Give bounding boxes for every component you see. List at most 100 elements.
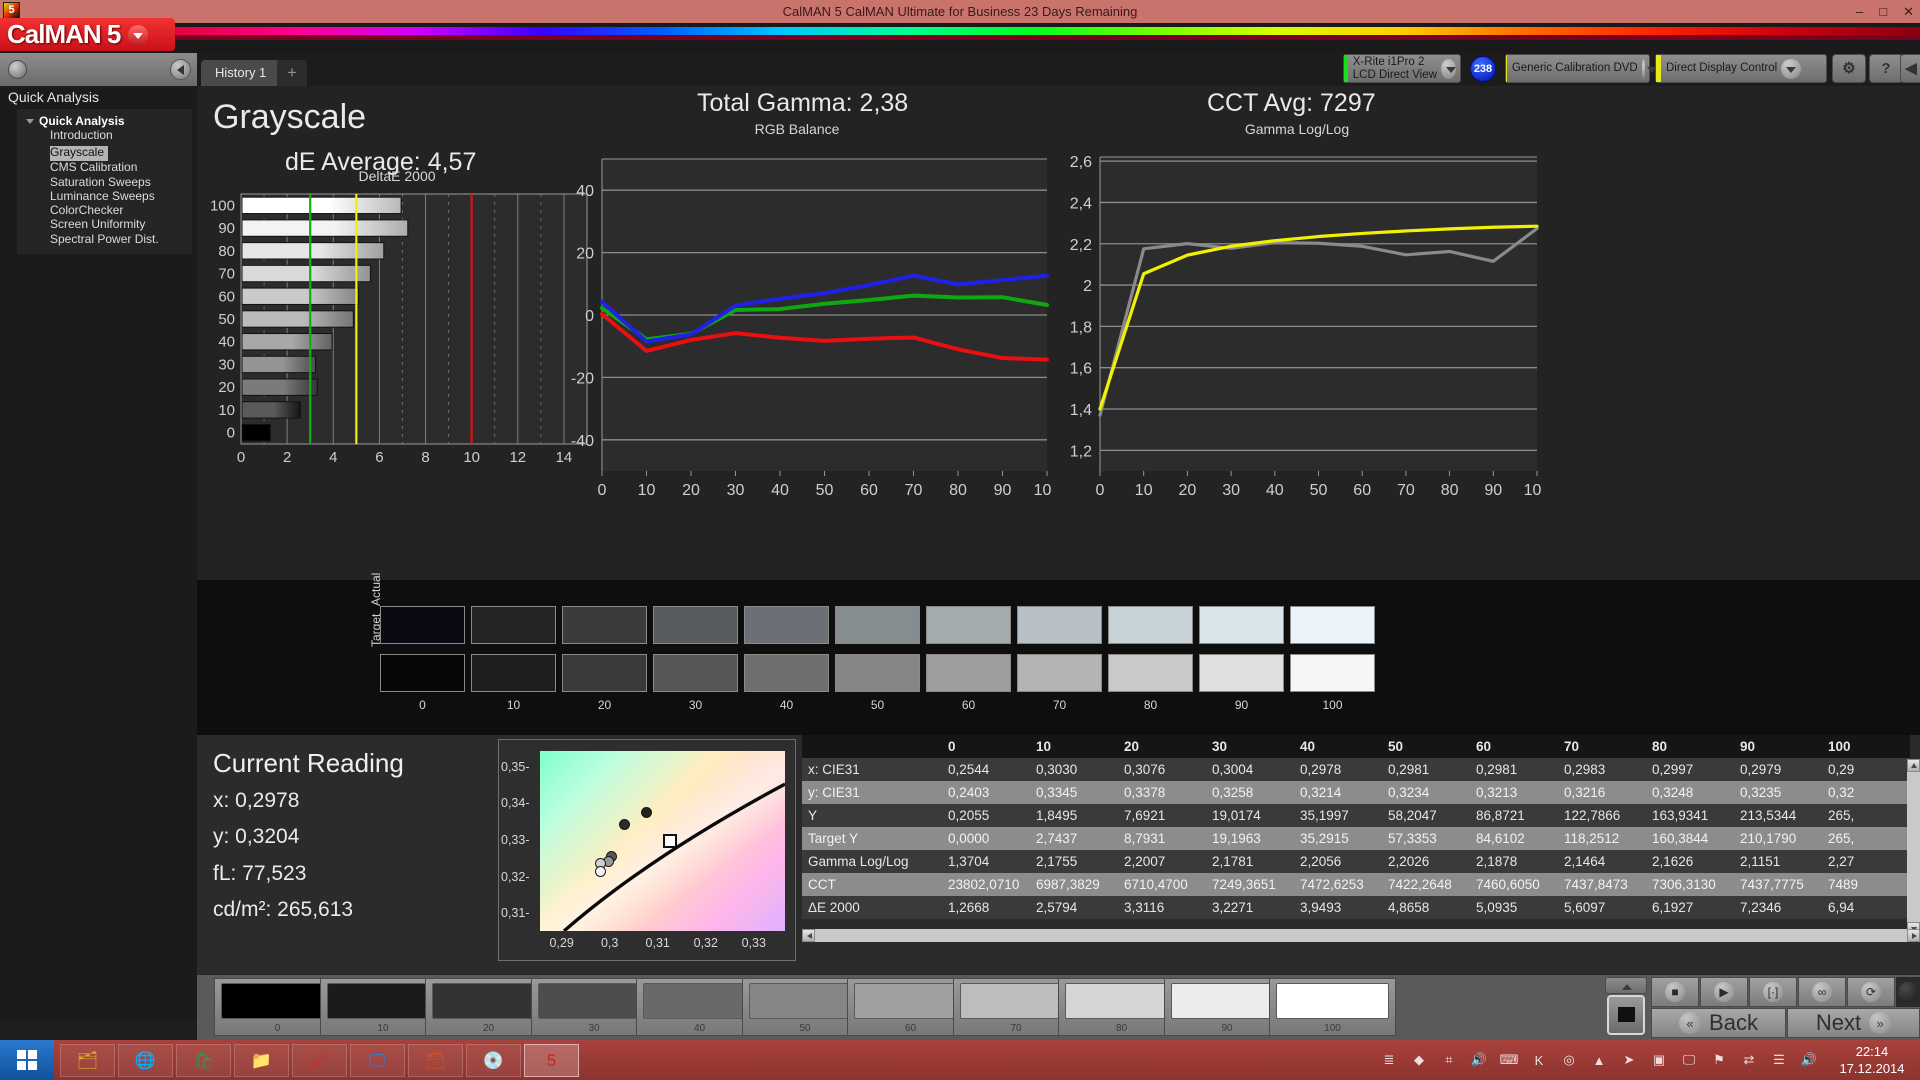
back-button[interactable]: « Back (1651, 1008, 1786, 1038)
network-icon[interactable]: ⇄ (1737, 1048, 1761, 1072)
stop-button[interactable]: ■ (1651, 977, 1699, 1007)
refresh-icon: ⟳ (1861, 982, 1881, 1002)
taskbar-clock[interactable]: 22:14 17.12.2014 (1824, 1043, 1920, 1077)
expand-up-icon[interactable] (1605, 977, 1647, 994)
keyboard-icon[interactable]: ⌨ (1497, 1048, 1521, 1072)
volume-icon[interactable]: 🔊 (1797, 1048, 1821, 1072)
table-row-label: ΔE 2000 (808, 900, 860, 915)
window-icon[interactable]: ▣ (1647, 1048, 1671, 1072)
taskbar-calman-icon[interactable]: 5 (524, 1044, 579, 1077)
nvidia-icon[interactable]: ◆ (1407, 1048, 1431, 1072)
calman-app-icon: 5 (3, 2, 20, 19)
single-reading-button[interactable]: [·] (1749, 977, 1797, 1007)
cie-y-tick: 0,34- (501, 796, 530, 811)
rgb-balance-chart: 40200-20-400102030405060708090100 (571, 158, 1052, 499)
arc-icon[interactable]: ➤ (1617, 1048, 1641, 1072)
list-icon[interactable]: ≣ (1377, 1048, 1401, 1072)
table-vertical-scrollbar[interactable] (1907, 759, 1920, 935)
status-lamp (1896, 977, 1920, 1007)
sidebar-item-grayscale[interactable]: Grayscale (50, 145, 109, 161)
usb-icon[interactable]: ☰ (1767, 1048, 1791, 1072)
sidebar-collapse-icon[interactable] (170, 59, 191, 80)
meter-selector[interactable]: X-Rite i1Pro 2 LCD Direct View (1343, 54, 1461, 83)
clock-time: 22:14 (1855, 1044, 1889, 1059)
tab-history-1[interactable]: History 1 (201, 60, 281, 86)
gear-icon[interactable]: ⚙ (1832, 54, 1866, 83)
swatch-stimulus-label: 60 (961, 698, 976, 712)
target-swatch (1017, 654, 1102, 692)
taskbar-calculator-icon[interactable]: 🗃 (408, 1044, 463, 1077)
target-swatch (926, 654, 1011, 692)
table-column-header: 70 (1558, 735, 1646, 758)
svg-text:20: 20 (218, 379, 235, 396)
excel-icon[interactable]: ⌗ (1437, 1048, 1461, 1072)
sidebar-item-label: Grayscale (50, 145, 105, 160)
cie-measured-point (640, 806, 652, 818)
taskbar-store-icon[interactable]: 🛍 (176, 1044, 231, 1077)
sidebar-record-icon[interactable] (8, 60, 27, 79)
scroll-right-icon[interactable] (1907, 929, 1920, 942)
current-reading-y: y: 0,3204 (213, 825, 300, 848)
sidebar-item-cms-calibration[interactable]: CMS Calibration (17, 161, 192, 175)
minimize-button[interactable]: – (1856, 4, 1863, 19)
table-cell: 7249,3651 (1212, 877, 1276, 892)
close-button[interactable]: ✕ (1903, 4, 1914, 20)
collapse-toolbar-icon[interactable]: ◀ (1900, 54, 1920, 83)
sidebar-item-screen-uniformity[interactable]: Screen Uniformity (17, 218, 192, 232)
refresh-button[interactable]: ⟳ (1847, 977, 1895, 1007)
chevron-down-icon[interactable] (1641, 58, 1659, 79)
speaker-icon[interactable]: 🔊 (1467, 1048, 1491, 1072)
table-horizontal-scrollbar[interactable] (802, 929, 1920, 942)
svg-text:70: 70 (218, 266, 235, 283)
folder-icon: 📁 (250, 1050, 273, 1070)
dog-icon[interactable]: ▲ (1587, 1048, 1611, 1072)
flag-icon[interactable]: ⚑ (1707, 1048, 1731, 1072)
taskbar-explorer-icon[interactable]: 🗂 (60, 1044, 115, 1077)
tree-expand-icon[interactable] (26, 119, 34, 124)
chevron-down-icon[interactable] (128, 24, 149, 45)
sidebar-item-introduction[interactable]: Introduction (17, 128, 192, 143)
stop-button-large[interactable] (1607, 995, 1645, 1035)
chevron-down-icon[interactable] (1440, 58, 1456, 79)
calman-logo-menu[interactable]: CalMAN 5 (0, 18, 175, 51)
sidebar-item-spectral-power-dist[interactable]: Spectral Power Dist. (17, 232, 192, 247)
display-control-selector[interactable]: Direct Display Control (1655, 54, 1827, 83)
help-icon[interactable]: ? (1869, 54, 1903, 83)
sidebar-item-colorchecker[interactable]: ColorChecker (17, 204, 192, 218)
maximize-button[interactable]: □ (1879, 4, 1887, 19)
taskbar-folder-icon[interactable]: 📁 (234, 1044, 289, 1077)
table-cell: 0,2055 (948, 808, 990, 823)
taskbar-disc-icon[interactable]: 💿 (466, 1044, 521, 1077)
add-tab-button[interactable]: + (277, 60, 307, 86)
table-row-label: CCT (808, 877, 836, 892)
sidebar-tree-root[interactable]: Quick Analysis (17, 113, 192, 129)
table-cell: 3,9493 (1300, 900, 1342, 915)
sidebar-item-saturation-sweeps[interactable]: Saturation Sweeps (17, 175, 192, 190)
svg-text:10: 10 (638, 482, 656, 499)
start-button[interactable] (0, 1040, 54, 1080)
taskbar-monitor-icon[interactable]: 🖵 (350, 1044, 405, 1077)
scroll-left-icon[interactable] (802, 929, 815, 942)
k-icon[interactable]: K (1527, 1048, 1551, 1072)
current-reading-x: x: 0,2978 (213, 789, 300, 812)
play-button[interactable]: ▶ (1700, 977, 1748, 1007)
table-cell: 3,2271 (1212, 900, 1254, 915)
display-icon[interactable]: 🖵 (1677, 1048, 1701, 1072)
scroll-up-icon[interactable] (1907, 759, 1920, 772)
table-cell: 0,3235 (1740, 785, 1782, 800)
table-cell: 7,2346 (1740, 900, 1782, 915)
source-selector[interactable]: Generic Calibration DVD (1505, 54, 1659, 83)
target-icon[interactable]: ◎ (1557, 1048, 1581, 1072)
table-cell: 5,0935 (1476, 900, 1518, 915)
sidebar-item-label: Introduction (50, 128, 113, 142)
next-button[interactable]: Next » (1787, 1008, 1920, 1038)
footer-patch-100[interactable]: 100 (1269, 978, 1396, 1036)
table-cell: 6,1927 (1652, 900, 1694, 915)
patch-comparison-strip: Actual Target 0 10 20 30 40 50 60 70 80 90 100 (197, 573, 1920, 735)
chevron-down-icon[interactable] (1781, 58, 1802, 79)
sidebar-item-luminance-sweeps[interactable]: Luminance Sweeps (17, 189, 192, 204)
table-cell: 0,0000 (948, 831, 990, 846)
taskbar-edge-icon[interactable]: 🌐 (118, 1044, 173, 1077)
taskbar-paint-icon[interactable]: 🖌 (292, 1044, 347, 1077)
continuous-button[interactable]: ∞ (1798, 977, 1846, 1007)
